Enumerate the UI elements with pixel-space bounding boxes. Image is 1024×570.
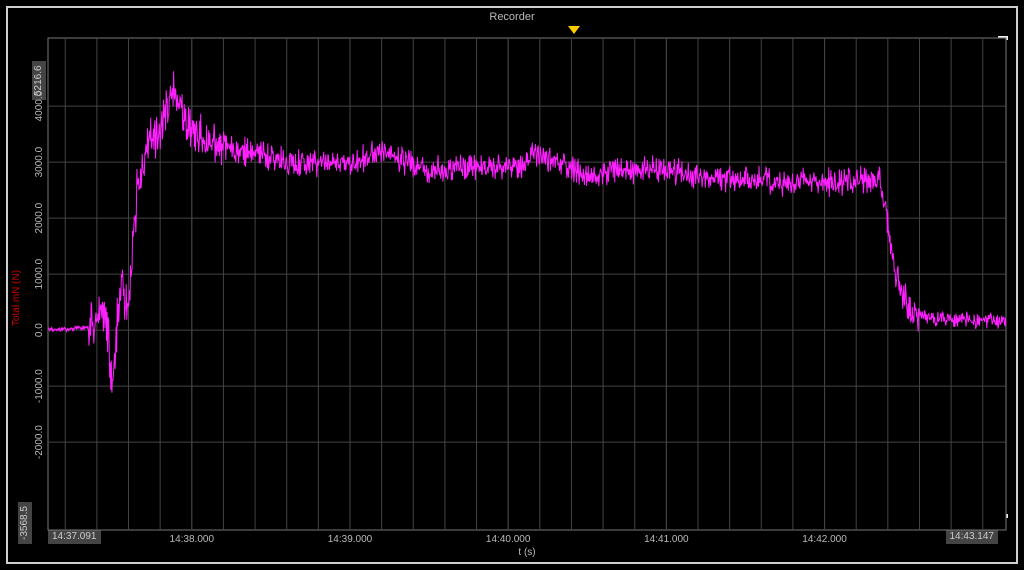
svg-text:-2000.0: -2000.0 — [34, 425, 45, 459]
svg-text:0.0: 0.0 — [34, 323, 45, 337]
y-tick-labels: -2000.0 -1000.0 0.0 1000.0 2000.0 3000.0 4000.… — [34, 90, 45, 459]
y-axis-label: Total mN (N) — [11, 270, 22, 326]
svg-text:3000.0: 3000.0 — [34, 146, 45, 177]
plot-svg: -2000.0-1000.00.01000.02000.03000.04000.… — [48, 38, 1006, 530]
svg-text:2000.0: 2000.0 — [34, 202, 45, 233]
recorder-window: Recorder Total mN (N) 5216.6 -3568.5 14:… — [6, 6, 1018, 564]
svg-text:4000.0: 4000.0 — [34, 90, 45, 121]
svg-text:-1000.0: -1000.0 — [34, 369, 45, 403]
gridlines — [48, 38, 1006, 530]
svg-text:1000.0: 1000.0 — [34, 258, 45, 289]
window-title: Recorder — [8, 8, 1016, 26]
plot-area[interactable]: -2000.0-1000.00.01000.02000.03000.04000.… — [48, 38, 1006, 530]
x-axis-label-row: t (s) — [48, 530, 1006, 560]
cursor-marker-top[interactable] — [568, 26, 580, 34]
y-min-label: -3568.5 — [18, 502, 32, 544]
y-axis-label-area: Total mN (N) — [9, 38, 25, 530]
x-axis-label: t (s) — [48, 547, 1006, 558]
